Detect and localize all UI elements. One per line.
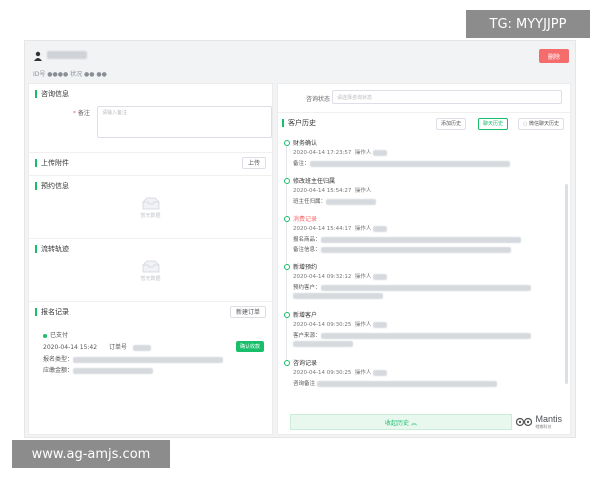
- trail-empty-text: 暂无数据: [140, 276, 161, 282]
- history-item-title: 新增预约: [293, 264, 318, 271]
- order-type-label: 报名类型：: [43, 356, 74, 363]
- order-amount-label: 应缴金额：: [43, 367, 74, 374]
- mantis-logo-icon: [516, 417, 533, 427]
- empty-box-icon: [142, 197, 159, 210]
- delete-button[interactable]: 删除: [539, 49, 569, 63]
- history-item-detail: 预约客户：: [293, 283, 531, 291]
- history-item-time: 2020-04-14 09:30:25 操作人: [293, 320, 388, 328]
- brand-name: Mantis: [535, 414, 562, 424]
- history-item-title: 咨询记录: [293, 360, 318, 367]
- timeline-dot: [284, 140, 290, 146]
- customer-header: ID号 ●●●● 状况 ●● ●● 删除: [25, 41, 575, 81]
- chat-history-button[interactable]: 聊天历史: [478, 118, 509, 130]
- timeline-dot: [284, 312, 290, 318]
- history-item-detail: 备注：: [293, 159, 510, 167]
- mantis-logo: Mantis 螳螂科技: [516, 414, 562, 430]
- trail-empty: 暂无数据: [131, 259, 171, 282]
- history-item-time: 2020-04-14 09:32:12 操作人: [293, 272, 388, 280]
- customer-name: [47, 51, 87, 59]
- order-no-label: 订单号: [109, 344, 128, 351]
- history-title: 客户历史: [282, 119, 316, 127]
- confirm-payment-tag[interactable]: 确认收款: [235, 341, 264, 352]
- history-item-title: 新增客户: [293, 312, 318, 319]
- upload-title: 上传附件: [35, 159, 69, 167]
- appointment-title: 预约信息: [35, 182, 69, 190]
- history-item-detail: 咨询备注: [293, 379, 497, 387]
- order-time-row: 2020-04-14 15:42 订单号: [43, 342, 151, 351]
- consult-title: 咨询信息: [35, 90, 69, 98]
- upload-section: 上传附件 上传: [29, 152, 272, 175]
- timeline-dot: [284, 264, 290, 270]
- customer-meta: ID号 ●●●● 状况 ●● ●●: [33, 71, 107, 78]
- overlay-top-text: TG: MYYJJPP: [489, 16, 567, 32]
- person-icon: [34, 51, 42, 61]
- status-filter-label: 咨询状态: [306, 96, 331, 103]
- history-item-title: 修改班主任归属: [293, 178, 336, 185]
- brand-subtitle: 螳螂科技: [535, 424, 552, 429]
- history-item-title: 财务确认: [293, 140, 318, 147]
- new-order-button[interactable]: 新建订单: [229, 306, 266, 318]
- timeline-dot: [284, 178, 290, 184]
- trail-section: 流转轨迹 暂无数据: [29, 238, 272, 301]
- appointment-empty-text: 暂无数据: [140, 213, 161, 219]
- history-item-detail: [293, 341, 353, 348]
- history-item-title: 消费记录: [293, 216, 318, 223]
- app-window: ID号 ●●●● 状况 ●● ●● 删除 咨询信息 * 备注 请输入备注 上传附…: [24, 40, 576, 438]
- history-item-detail: 报名商品：: [293, 235, 521, 243]
- wechat-history-button[interactable]: ◌ 微信聊天历史: [518, 118, 564, 130]
- history-item-detail: [293, 293, 383, 300]
- status-filter: 咨询状态 请选择咨询状态: [278, 84, 570, 110]
- trail-title: 流转轨迹: [35, 245, 69, 253]
- history-item-detail: 班主任归属：: [293, 197, 377, 205]
- empty-box-icon: [142, 260, 159, 273]
- signup-section: 报名记录 新建订单 已支付 2020-04-14 15:42 订单号 确认收款 …: [29, 301, 272, 432]
- history-timeline: 财务确认 2020-04-14 17:23:57 操作人 备注： 修改班主任归属…: [284, 138, 554, 408]
- order-amount-row: 应缴金额：: [43, 365, 154, 374]
- timeline-scrollbar[interactable]: [565, 184, 568, 384]
- appointment-section: 预约信息 暂无数据: [29, 175, 272, 238]
- chat-icon: ◌: [523, 121, 528, 127]
- upload-button[interactable]: 上传: [241, 157, 266, 169]
- collapse-history-button[interactable]: 收起历史 ︽: [290, 414, 512, 430]
- right-panel: 咨询状态 请选择咨询状态 客户历史 添加历史 聊天历史 ◌ 微信聊天历史 财务确…: [277, 83, 571, 435]
- order-status: 已支付: [43, 330, 68, 339]
- history-item-time: 2020-04-14 15:54:27 操作人: [293, 188, 372, 194]
- overlay-bottom-text: www.ag-amjs.com: [31, 446, 151, 462]
- signup-title: 报名记录: [35, 308, 69, 316]
- remark-textarea[interactable]: 请输入备注: [97, 106, 272, 138]
- consult-section: 咨询信息 * 备注 请输入备注: [29, 84, 272, 152]
- add-history-button[interactable]: 添加历史: [436, 118, 467, 130]
- history-item-time: 2020-04-14 09:30:25 操作人: [293, 368, 388, 376]
- timeline-dot: [284, 216, 290, 222]
- order-type-row: 报名类型：: [43, 354, 224, 363]
- remark-label: * 备注: [73, 110, 90, 117]
- history-item-time: 2020-04-14 17:23:57 操作人: [293, 148, 388, 156]
- status-dot: [43, 333, 47, 338]
- history-item-detail: 客户来源：: [293, 331, 531, 339]
- status-select[interactable]: 请选择咨询状态: [332, 90, 562, 104]
- timeline-dot: [284, 360, 290, 366]
- left-panel: 咨询信息 * 备注 请输入备注 上传附件 上传 预约信息 暂无数据 流转轨迹 暂…: [28, 83, 273, 435]
- history-item-time: 2020-04-14 15:44:17 操作人: [293, 224, 388, 232]
- overlay-banner-bottom: www.ag-amjs.com: [12, 440, 170, 468]
- appointment-empty: 暂无数据: [131, 196, 171, 219]
- history-header: 客户历史 添加历史 聊天历史 ◌ 微信聊天历史: [278, 112, 570, 135]
- overlay-banner-top: TG: MYYJJPP: [466, 10, 590, 38]
- order-time: 2020-04-14 15:42: [43, 344, 98, 351]
- history-item-detail: 备注信息：: [293, 245, 511, 253]
